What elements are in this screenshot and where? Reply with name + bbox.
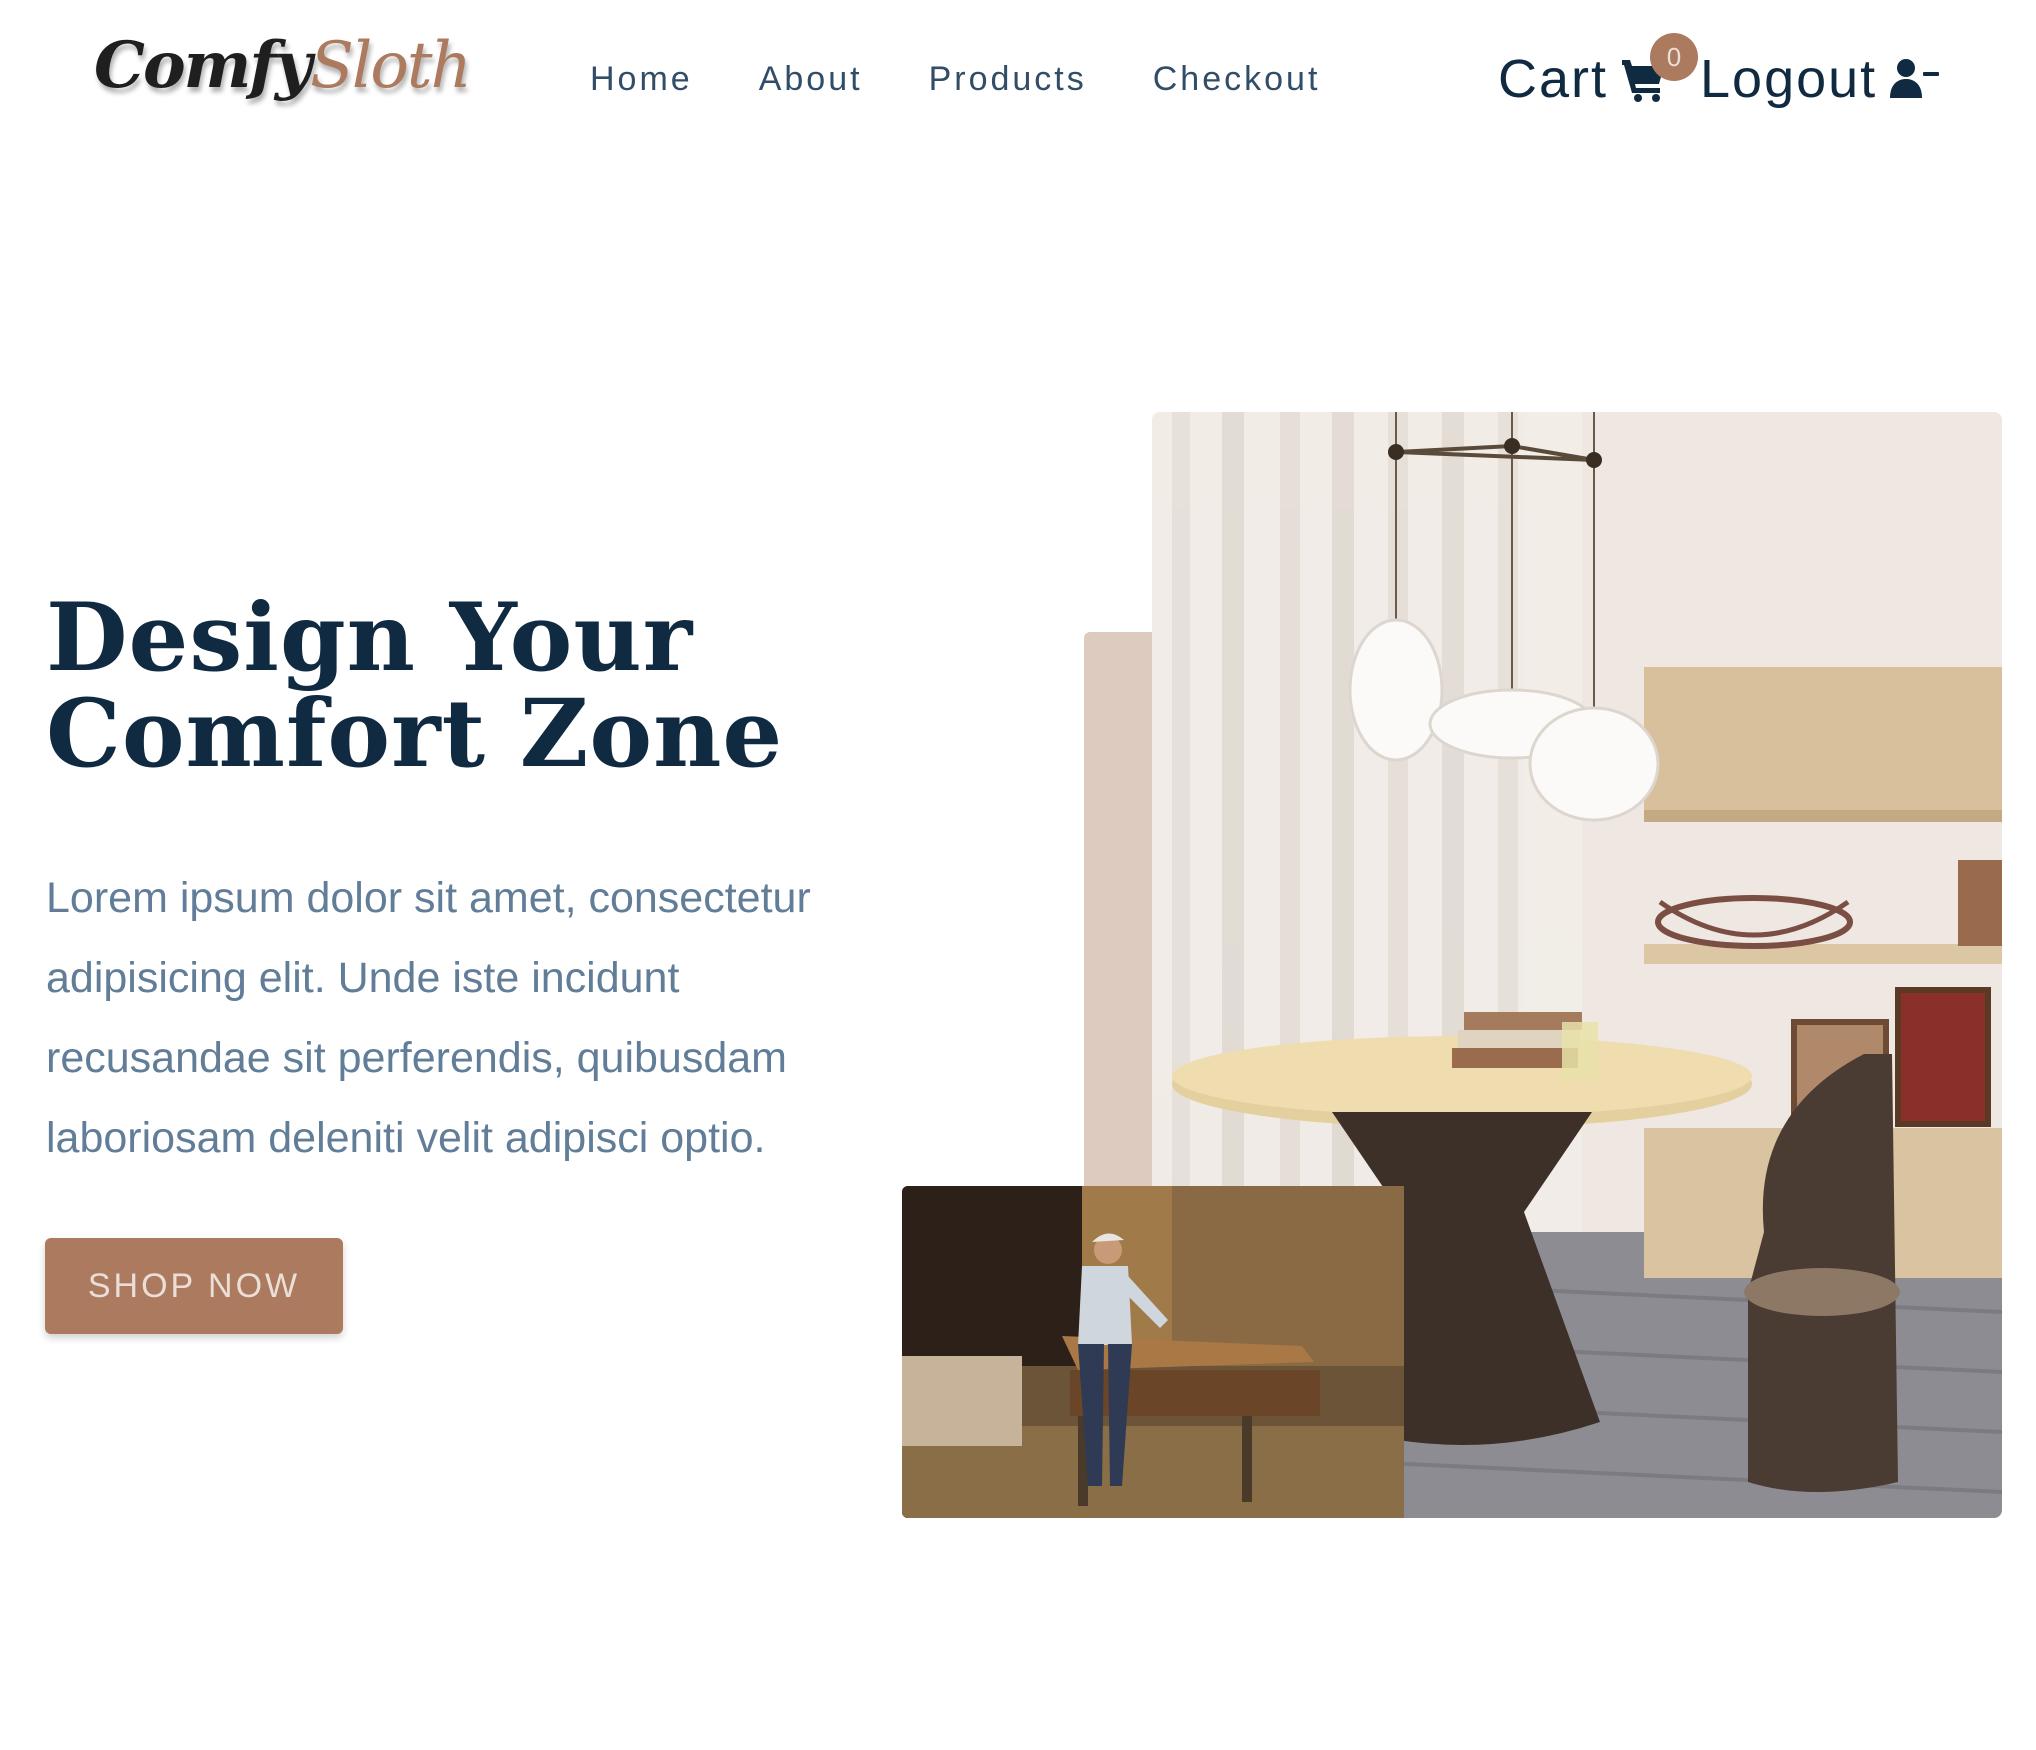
logo-text-sloth: Sloth [310, 29, 472, 103]
page: ComfySloth Home About Products Checkout … [0, 0, 2036, 1750]
hero-title-line2: Comfort Zone [46, 679, 784, 789]
hero-title-line1: Design Your [46, 583, 694, 693]
nav-link-checkout[interactable]: Checkout [1153, 60, 1321, 99]
hero-accent-image [902, 1186, 1404, 1518]
nav-link-home[interactable]: Home [590, 60, 693, 99]
user-minus-icon [1890, 59, 1940, 98]
logo-text-comfy: Comfy [94, 28, 312, 103]
nav-actions: Cart 0 Logout [1498, 33, 1940, 110]
nav-links: Home About Products Checkout [590, 60, 1320, 99]
hero-description: Lorem ipsum dolor sit amet, consectetur … [46, 874, 811, 1162]
cart-count-badge: 0 [1650, 33, 1699, 81]
logo[interactable]: ComfySloth [94, 28, 472, 103]
shop-now-button[interactable]: SHOP NOW [45, 1238, 343, 1334]
logout-button[interactable]: Logout [1700, 48, 1940, 110]
nav-link-about[interactable]: About [759, 60, 863, 99]
hero-title: Design Your Comfort Zone [46, 590, 846, 782]
cart-label: Cart [1498, 49, 1609, 109]
cart-icon-container: 0 [1620, 33, 1699, 103]
logout-label: Logout [1700, 49, 1878, 109]
nav-link-products[interactable]: Products [929, 60, 1087, 99]
navbar: ComfySloth Home About Products Checkout … [0, 0, 2036, 160]
cart-button[interactable]: Cart 0 [1498, 33, 1699, 110]
